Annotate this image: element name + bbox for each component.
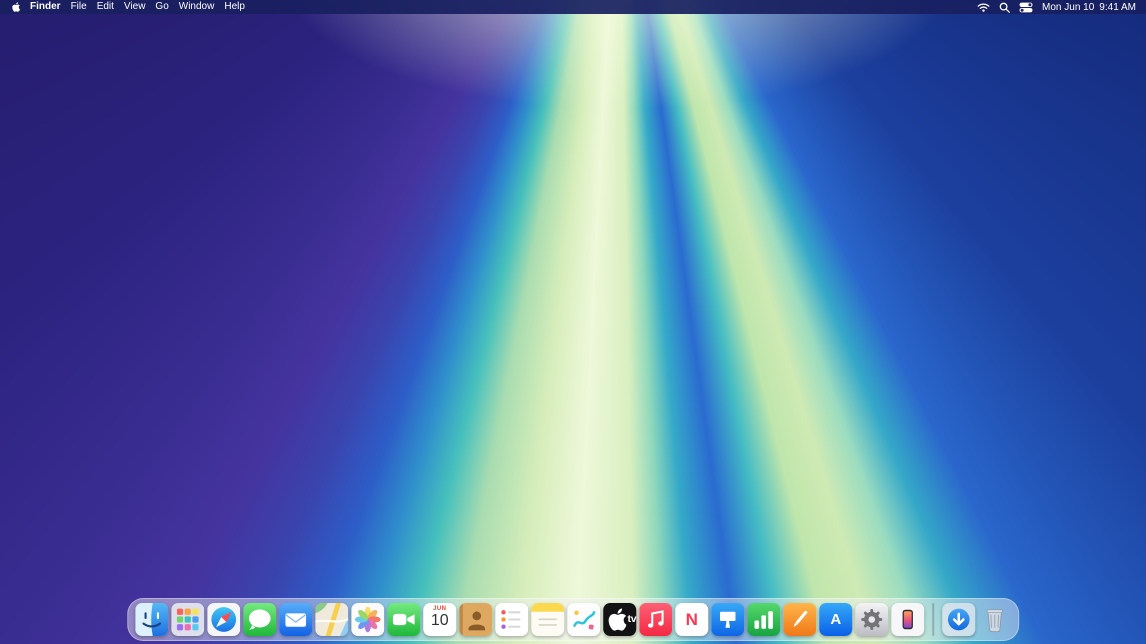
messages-icon xyxy=(243,603,276,636)
tv-apple-logo-icon xyxy=(603,603,626,636)
dock-item-keynote[interactable] xyxy=(711,603,744,636)
menu-bar: Finder File Edit View Go Window Help Mon… xyxy=(0,0,1146,14)
dock: JUN 10 xyxy=(127,598,1019,641)
apple-logo-icon xyxy=(10,1,20,13)
dock-item-trash[interactable] xyxy=(978,603,1011,636)
pages-icon xyxy=(783,603,816,636)
trash-icon xyxy=(978,603,1011,636)
menu-bar-date: Mon Jun 10 xyxy=(1042,2,1094,13)
iphone-mirroring-icon xyxy=(891,603,924,636)
keynote-icon xyxy=(711,603,744,636)
mail-icon xyxy=(279,603,312,636)
dock-item-tv[interactable]: tv xyxy=(603,603,636,636)
apple-menu[interactable] xyxy=(10,1,20,13)
dock-item-maps[interactable] xyxy=(315,603,348,636)
system-settings-icon xyxy=(855,603,888,636)
menu-help[interactable]: Help xyxy=(224,0,245,14)
control-center-icon[interactable] xyxy=(1019,2,1033,13)
dock-item-system-settings[interactable] xyxy=(855,603,888,636)
menu-go[interactable]: Go xyxy=(155,0,168,14)
menu-edit[interactable]: Edit xyxy=(97,0,114,14)
photos-icon xyxy=(351,603,384,636)
menu-view[interactable]: View xyxy=(124,0,146,14)
facetime-icon xyxy=(387,603,420,636)
freeform-icon xyxy=(567,603,600,636)
dock-item-notes[interactable] xyxy=(531,603,564,636)
downloads-icon xyxy=(942,603,975,636)
dock-item-reminders[interactable] xyxy=(495,603,528,636)
dock-item-messages[interactable] xyxy=(243,603,276,636)
menu-window[interactable]: Window xyxy=(179,0,215,14)
dock-item-photos[interactable] xyxy=(351,603,384,636)
wifi-icon[interactable] xyxy=(977,2,990,12)
menu-bar-right: Mon Jun 10 9:41 AM xyxy=(977,2,1136,13)
dock-item-facetime[interactable] xyxy=(387,603,420,636)
dock-item-downloads[interactable] xyxy=(942,603,975,636)
dock-item-news[interactable]: N xyxy=(675,603,708,636)
dock-divider xyxy=(932,603,934,636)
dock-item-contacts[interactable] xyxy=(459,603,492,636)
launchpad-icon xyxy=(171,603,204,636)
maps-icon xyxy=(315,603,348,636)
dock-item-app-store[interactable]: A xyxy=(819,603,852,636)
dock-item-calendar[interactable]: JUN 10 xyxy=(423,603,456,636)
dock-item-freeform[interactable] xyxy=(567,603,600,636)
menu-bar-clock[interactable]: Mon Jun 10 9:41 AM xyxy=(1042,2,1136,13)
notes-icon xyxy=(531,603,564,636)
news-letter: N xyxy=(686,611,698,628)
finder-icon xyxy=(135,603,168,636)
dock-item-music[interactable] xyxy=(639,603,672,636)
dock-item-finder[interactable] xyxy=(135,603,168,636)
menu-bar-left: Finder File Edit View Go Window Help xyxy=(10,0,245,14)
menu-file[interactable]: File xyxy=(71,0,87,14)
dock-item-iphone-mirroring[interactable] xyxy=(891,603,924,636)
desktop-wallpaper[interactable] xyxy=(0,0,1146,644)
search-icon[interactable] xyxy=(999,2,1010,13)
app-store-letter: A xyxy=(830,612,841,627)
dock-item-numbers[interactable] xyxy=(747,603,780,636)
app-menu-finder[interactable]: Finder xyxy=(30,0,61,14)
menu-bar-time: 9:41 AM xyxy=(1099,2,1136,13)
reminders-icon xyxy=(495,603,528,636)
dock-item-safari[interactable] xyxy=(207,603,240,636)
contacts-icon xyxy=(459,603,492,636)
dock-item-mail[interactable] xyxy=(279,603,312,636)
numbers-icon xyxy=(747,603,780,636)
dock-item-launchpad[interactable] xyxy=(171,603,204,636)
music-icon xyxy=(639,603,672,636)
calendar-day-label: 10 xyxy=(431,613,449,629)
safari-icon xyxy=(207,603,240,636)
tv-label: tv xyxy=(628,614,637,625)
dock-item-pages[interactable] xyxy=(783,603,816,636)
